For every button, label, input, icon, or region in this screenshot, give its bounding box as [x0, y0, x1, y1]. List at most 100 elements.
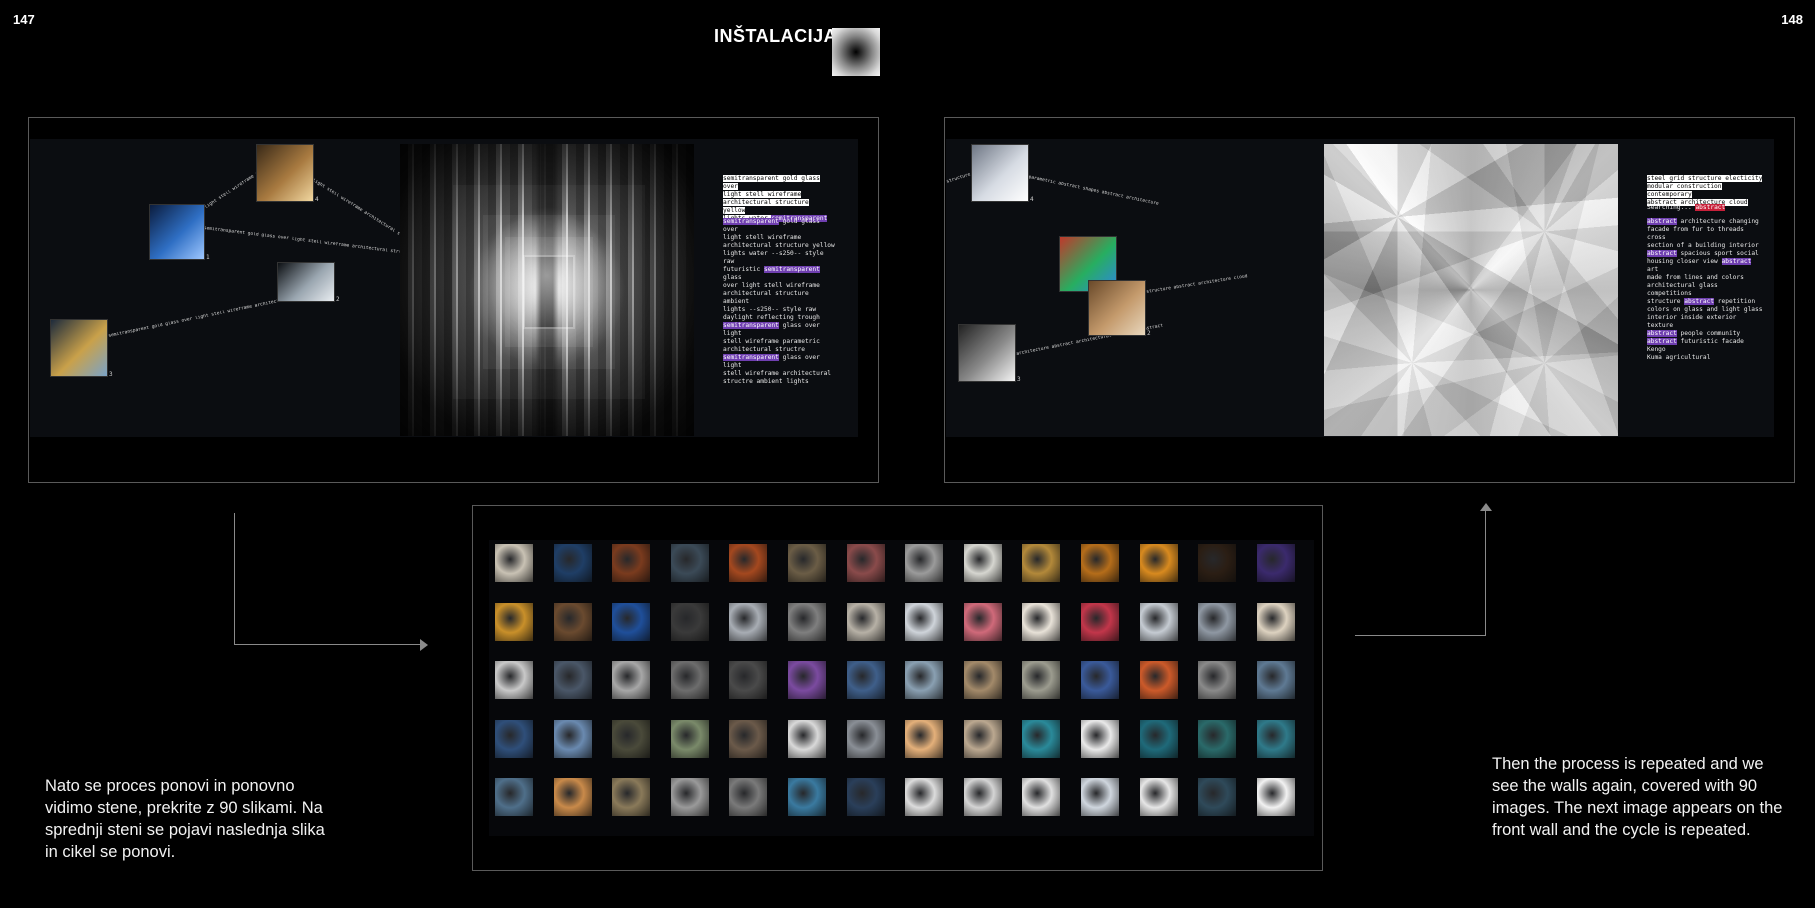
grid-image-tile: [1139, 719, 1178, 758]
grid-image-tile: [612, 544, 651, 582]
left-thumbnail-label: 4: [315, 196, 319, 203]
left-code-segment: semitransparent: [763, 266, 820, 273]
grid-image-tile: [553, 602, 592, 641]
grid-image-tile: [729, 661, 768, 699]
grid-image-tile: [1139, 544, 1178, 582]
right-code-segment: abstract: [1647, 338, 1677, 345]
grid-image-tile: [495, 719, 533, 758]
grid-image-tile: [670, 778, 709, 816]
left-code-segment: stell wireframe architectural: [723, 370, 832, 377]
right-code-segment: colors on glass and light glass: [1647, 306, 1763, 313]
searching-label: Searching...: [1647, 204, 1692, 211]
left-code-top: semitransparent gold glass over light ste…: [723, 175, 833, 223]
left-code-segment: futuristic: [723, 266, 764, 273]
right-code-segment: repetition: [1714, 298, 1756, 305]
right-code-line: facade from fur to threads cross: [1647, 226, 1765, 242]
right-code-line: architectural glass competitions: [1647, 282, 1765, 298]
grid-image-tile: [905, 719, 944, 758]
grid-image-tile: [1022, 778, 1061, 816]
image-grid: [489, 540, 1314, 836]
left-center-image: [400, 144, 694, 436]
right-code-top: steel grid structure electicity modular c…: [1647, 175, 1765, 207]
right-code-search: Searching... abstract: [1647, 204, 1726, 212]
left-code-segment: architectural structure ambient: [723, 290, 809, 305]
right-code-segment: people community: [1676, 330, 1741, 337]
left-code-segment: semitransparent: [723, 322, 779, 329]
grid-image-tile: [963, 544, 1002, 582]
right-code-segment: abstract: [1647, 218, 1677, 225]
grid-image-tile: [612, 778, 651, 816]
left-code-segment: structre ambient lights: [723, 378, 809, 385]
grid-image-tile: [553, 778, 592, 816]
left-code-segment: lights water --s250-- style raw: [723, 250, 824, 265]
grid-image-tile: [963, 778, 1002, 816]
right-code-line: interior inside exterior texture: [1647, 314, 1765, 330]
grid-image-tile: [1198, 661, 1237, 699]
right-code-top-line: modular construction contemporary: [1647, 183, 1722, 198]
arrow-right-horizontal: [1355, 635, 1486, 636]
right-thumbnail: [1088, 280, 1146, 336]
left-thumbnail: [149, 204, 205, 260]
grid-image-tile: [846, 544, 885, 582]
right-code-line: abstract architecture changing: [1647, 218, 1765, 226]
grid-image-tile: [963, 719, 1002, 758]
grid-image-tile: [1022, 544, 1061, 582]
right-code-line: housing closer view abstract art: [1647, 258, 1765, 274]
left-code-segment: daylight reflecting trough: [723, 314, 820, 321]
left-code-body: semitransparent gold glass over light ste…: [723, 218, 835, 386]
left-code-line: semitransparent gold glass over: [723, 218, 835, 234]
title-gradient-swatch: [832, 28, 880, 76]
left-thumbnail-label: 1: [206, 254, 210, 261]
grid-image-tile: [1081, 602, 1119, 641]
right-thumbnail: [958, 324, 1016, 382]
right-code-line: section of a building interior: [1647, 242, 1765, 250]
right-thumbnail: [971, 144, 1029, 202]
grid-image-tile: [729, 778, 768, 816]
left-thumbnail: [256, 144, 314, 202]
right-code-segment: abstract: [1647, 250, 1677, 257]
left-code-line: architectural structure yellow: [723, 242, 835, 250]
grid-image-tile: [553, 661, 592, 699]
grid-image-tile: [1081, 719, 1119, 758]
right-center-image: [1324, 144, 1618, 436]
grid-image-tile: [670, 544, 709, 582]
right-code-segment: section of a building interior: [1647, 242, 1759, 249]
grid-image-tile: [1256, 602, 1295, 641]
right-code-line: made from lines and colors: [1647, 274, 1765, 282]
grid-image-tile: [612, 661, 651, 699]
grid-image-tile: [788, 544, 826, 582]
left-code-segment: architectural structre: [723, 346, 805, 353]
right-code-segment: spacious sport social: [1676, 250, 1759, 257]
grid-image-tile: [1139, 661, 1178, 699]
left-code-line: lights --s250-- style raw: [723, 306, 835, 314]
grid-image-tile: [670, 661, 709, 699]
right-code-segment: made from lines and colors: [1647, 274, 1744, 281]
grid-image-tile: [846, 778, 885, 816]
left-code-line: architectural structure ambient: [723, 290, 835, 306]
left-code-line: lights water --s250-- style raw: [723, 250, 835, 266]
grid-image-tile: [788, 602, 826, 641]
left-code-line: daylight reflecting trough: [723, 314, 835, 322]
grid-image-tile: [1198, 602, 1237, 641]
right-thumbnail-label: 2: [1147, 330, 1151, 337]
left-code-top-line: semitransparent gold glass over: [723, 175, 820, 190]
grid-image-tile: [905, 602, 944, 641]
grid-image-tile: [788, 719, 826, 758]
left-code-line: over light stell wireframe: [723, 282, 835, 290]
page-number-right: 148: [1781, 12, 1803, 27]
caption-english: Then the process is repeated and we see …: [1492, 755, 1783, 839]
left-code-segment: over light stell wireframe: [723, 282, 820, 289]
grid-image-tile: [788, 778, 826, 816]
arrow-right-vertical: [1485, 511, 1486, 636]
grid-image-tile: [1256, 661, 1295, 699]
left-code-line: futuristic semitransparent glass: [723, 266, 835, 282]
right-code-line: abstract spacious sport social: [1647, 250, 1765, 258]
right-thumbnail-label: 4: [1030, 196, 1034, 203]
right-code-segment: interior inside exterior texture: [1647, 314, 1737, 329]
right-code-segment: Kuma agricultural: [1647, 354, 1711, 361]
left-code-line: structre ambient lights: [723, 378, 835, 386]
grid-image-tile: [1198, 778, 1237, 816]
grid-image-tile: [1139, 778, 1178, 816]
right-code-line: colors on glass and light glass: [1647, 306, 1765, 314]
grid-image-tile: [1198, 719, 1237, 758]
